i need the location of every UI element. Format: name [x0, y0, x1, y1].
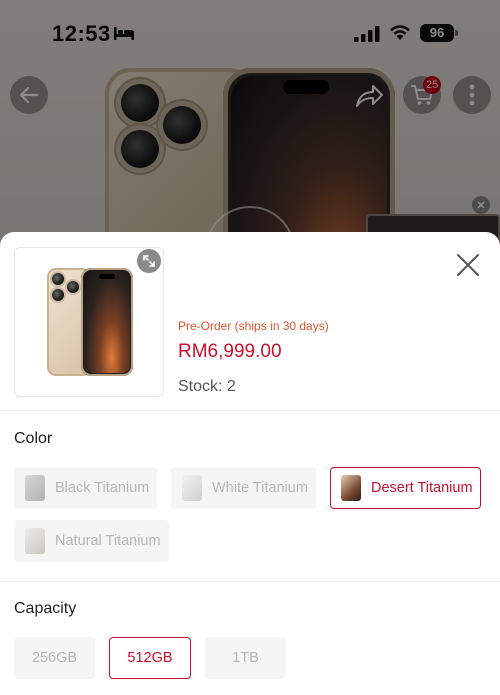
- capacity-section-title: Capacity: [14, 600, 77, 617]
- desert-titanium-swatch: [341, 475, 361, 501]
- color-option-label: Black Titanium: [55, 480, 150, 496]
- capacity-option-1tb[interactable]: 1TB: [205, 637, 286, 679]
- black-titanium-swatch: [25, 475, 45, 501]
- color-option-natural-titanium[interactable]: Natural Titanium: [14, 520, 169, 562]
- expand-image-button[interactable]: [137, 249, 161, 273]
- color-option-white-titanium[interactable]: White Titanium: [171, 467, 316, 509]
- capacity-option-label: 1TB: [232, 650, 259, 666]
- close-sheet-button[interactable]: [455, 252, 481, 278]
- capacity-option-label: 512GB: [127, 650, 173, 666]
- capacity-option-512gb[interactable]: 512GB: [109, 637, 191, 679]
- camera-lens: [52, 273, 64, 285]
- capacity-option-label: 256GB: [31, 650, 78, 666]
- color-option-desert-titanium[interactable]: Desert Titanium: [330, 467, 481, 509]
- variant-selector-sheet: Pre-Order (ships in 30 days) RM6,999.00 …: [0, 232, 500, 695]
- color-option-label: Natural Titanium: [55, 533, 161, 549]
- color-section-title: Color: [14, 430, 53, 447]
- color-option-label: Desert Titanium: [371, 480, 473, 496]
- color-option-label: White Titanium: [212, 480, 308, 496]
- capacity-option-256gb[interactable]: 256GB: [14, 637, 95, 679]
- white-titanium-swatch: [182, 475, 202, 501]
- camera-lens: [52, 289, 64, 301]
- price: RM6,999.00: [178, 341, 282, 362]
- preorder-notice: Pre-Order (ships in 30 days): [178, 319, 329, 333]
- natural-titanium-swatch: [25, 528, 45, 554]
- divider: [0, 581, 500, 582]
- color-option-black-titanium[interactable]: Black Titanium: [14, 467, 157, 509]
- mini-phone-front: [81, 268, 133, 376]
- expand-icon: [143, 255, 155, 267]
- stock-count: Stock: 2: [178, 378, 236, 395]
- camera-lens: [67, 281, 79, 293]
- divider: [0, 410, 500, 411]
